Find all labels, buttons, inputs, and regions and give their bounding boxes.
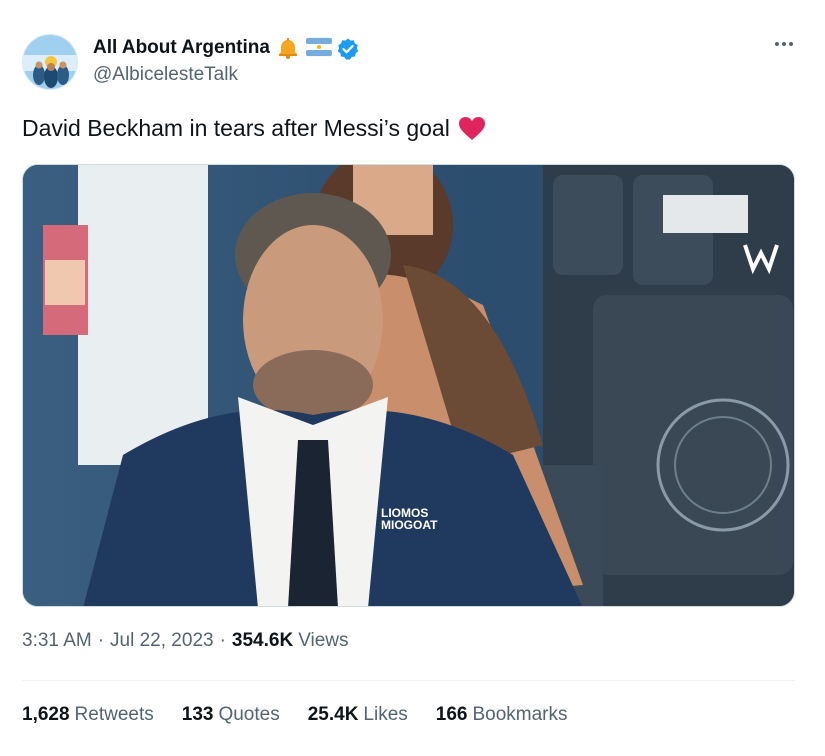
quotes-label: Quotes	[218, 704, 280, 725]
bell-emoji-icon	[276, 37, 300, 59]
retweets-label: Retweets	[74, 704, 154, 725]
tweet-date[interactable]: Jul 22, 2023	[110, 630, 214, 652]
verified-badge-icon[interactable]	[336, 37, 360, 60]
tweet-time[interactable]: 3:31 AM	[22, 630, 92, 652]
avatar[interactable]	[22, 34, 78, 90]
views-count: 354.6K	[231, 630, 294, 651]
tweet-text-body: David Beckham in tears after Messi’s goa…	[22, 115, 450, 141]
author-handle[interactable]: @AlbicelesteTalk	[93, 64, 238, 86]
likes-count: 25.4K	[307, 704, 359, 725]
divider	[22, 680, 795, 681]
quotes-count: 133	[181, 704, 214, 725]
tweet-media-video[interactable]: LIOMOS MIOGOAT	[22, 164, 795, 607]
quotes-stat[interactable]: 133 Quotes	[182, 704, 280, 726]
more-dot-icon	[782, 42, 786, 46]
bookmarks-stat[interactable]: 166 Bookmarks	[436, 704, 568, 726]
tweet-meta: 3:31 AM · Jul 22, 2023 · 354.6K Views	[22, 630, 349, 652]
bookmarks-label: Bookmarks	[472, 704, 568, 725]
media-overlay-text-2: MIOGOAT	[381, 518, 438, 532]
meta-separator: ·	[219, 630, 226, 651]
more-dot-icon	[775, 42, 779, 46]
tweet-card: All About Argentina @AlbicelesteTalk Dav…	[0, 0, 825, 756]
author-display-name[interactable]: All About Argentina	[93, 37, 270, 59]
more-options-button[interactable]	[768, 30, 800, 58]
retweets-count: 1,628	[22, 704, 70, 725]
bookmarks-count: 166	[435, 704, 468, 725]
likes-label: Likes	[363, 704, 408, 725]
tweet-text: David Beckham in tears after Messi’s goa…	[22, 115, 486, 142]
media-frame-image: LIOMOS MIOGOAT	[23, 165, 794, 606]
argentina-flag-icon	[305, 37, 333, 59]
engagement-stats: 1,628 Retweets 133 Quotes 25.4K Likes 166 Bo…	[22, 704, 596, 726]
retweets-stat[interactable]: 1,628 Retweets	[22, 704, 154, 726]
more-dot-icon	[789, 42, 793, 46]
author-name-row: All About Argentina	[93, 36, 360, 60]
views-label: Views	[298, 630, 349, 651]
likes-stat[interactable]: 25.4K Likes	[308, 704, 408, 726]
avatar-image	[23, 35, 77, 89]
red-heart-icon	[458, 116, 486, 142]
meta-separator: ·	[97, 630, 105, 651]
